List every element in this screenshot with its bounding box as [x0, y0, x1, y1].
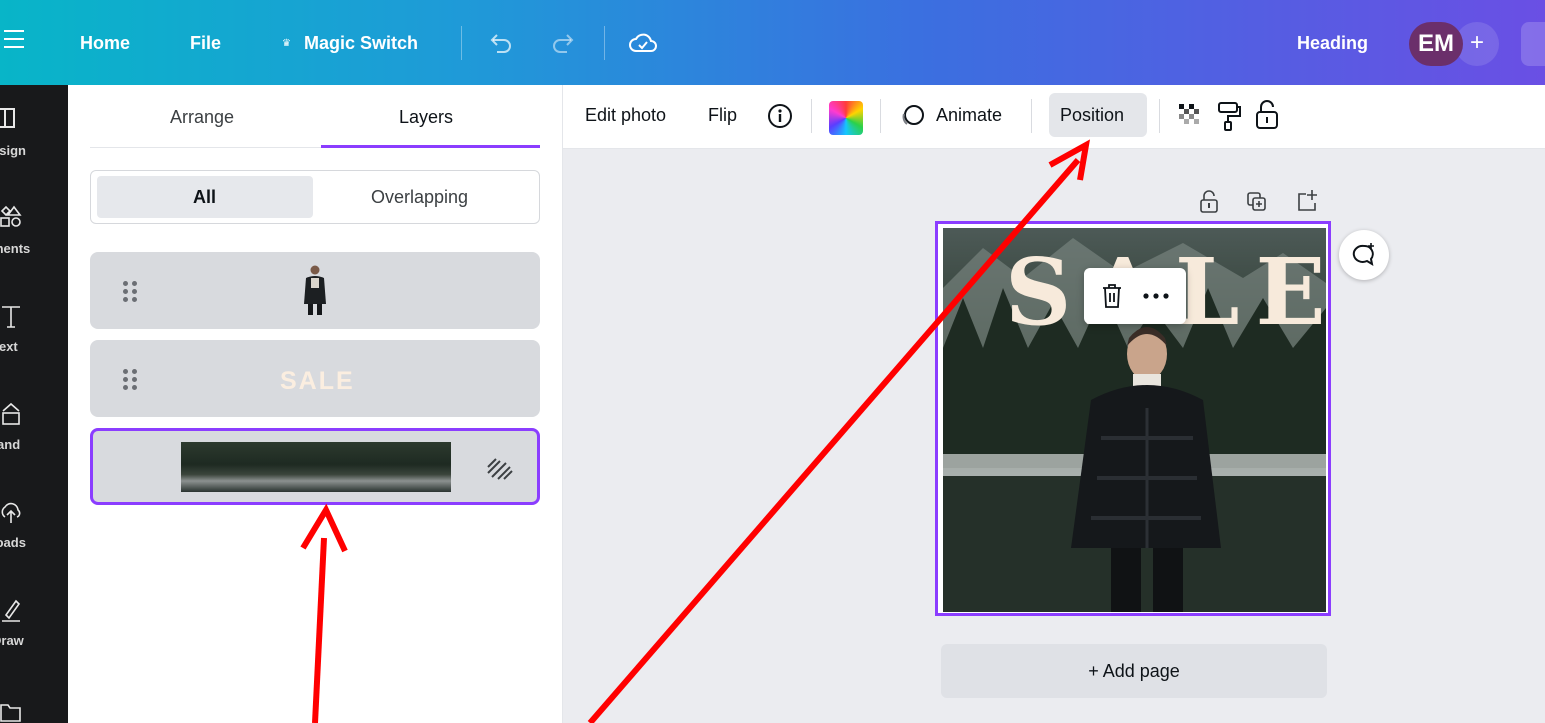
add-page-button[interactable]: + Add page — [941, 644, 1327, 698]
folder-icon[interactable] — [0, 699, 22, 723]
filter-all-label[interactable]: All — [193, 187, 216, 208]
more-options-icon[interactable] — [1142, 292, 1170, 300]
layers-panel: Arrange Layers All Overlapping SALE — [68, 85, 563, 723]
text-icon — [2, 306, 20, 328]
undo-icon[interactable] — [487, 30, 513, 56]
divider — [880, 99, 881, 133]
rail-label: rand — [0, 437, 21, 452]
elements-icon — [0, 205, 22, 227]
magic-switch-button[interactable]: Magic Switch — [304, 33, 418, 54]
menu-icon[interactable] — [4, 30, 24, 52]
object-context-menu — [1084, 268, 1186, 324]
man-thumbnail — [304, 265, 326, 315]
rail-label: ments — [0, 241, 31, 256]
drag-handle-icon[interactable] — [120, 366, 140, 390]
top-bar: Home File ♛ Magic Switch Heading + EM — [0, 0, 1545, 85]
drag-handle-icon[interactable] — [120, 278, 140, 302]
home-button[interactable]: Home — [80, 33, 130, 54]
file-menu-button[interactable]: File — [190, 33, 221, 54]
divider — [461, 26, 462, 60]
design-title[interactable]: Heading — [1297, 33, 1368, 54]
share-button[interactable] — [1521, 22, 1545, 66]
layer-item-image[interactable] — [90, 252, 540, 329]
paint-format-icon[interactable] — [1215, 100, 1243, 132]
cloud-saved-icon[interactable] — [628, 30, 658, 56]
comment-button[interactable] — [1339, 230, 1389, 280]
flip-button[interactable]: Flip — [708, 105, 737, 126]
layer-item-text[interactable]: SALE — [90, 340, 540, 417]
tab-layers[interactable]: Layers — [399, 107, 453, 128]
edit-photo-button[interactable]: Edit photo — [585, 105, 666, 126]
filter-overlapping-button[interactable]: Overlapping — [371, 187, 468, 208]
tab-arrange[interactable]: Arrange — [170, 107, 234, 128]
divider — [1031, 99, 1032, 133]
brand-icon — [2, 402, 20, 425]
position-button[interactable]: Position — [1060, 105, 1124, 126]
layout-icon — [0, 108, 15, 128]
divider — [1159, 99, 1160, 133]
forest-thumbnail — [181, 442, 451, 492]
transparency-icon[interactable] — [1177, 102, 1205, 130]
rail-label: Text — [0, 339, 18, 354]
animate-icon — [902, 105, 924, 125]
add-page-icon[interactable] — [1296, 188, 1320, 214]
divider — [811, 99, 812, 133]
layer-filter-toggle: All Overlapping — [90, 170, 540, 224]
context-toolbar: Edit photo Flip Animate Position — [563, 85, 1545, 149]
divider — [604, 26, 605, 60]
add-comment-icon — [1352, 243, 1374, 267]
redo-icon[interactable] — [551, 30, 577, 56]
avatar[interactable]: EM — [1409, 22, 1463, 66]
layer-item-background[interactable] — [90, 428, 540, 505]
duplicate-page-icon[interactable] — [1246, 191, 1268, 213]
color-picker-icon[interactable] — [829, 101, 863, 135]
upload-icon — [1, 502, 21, 523]
rail-label: Draw — [0, 633, 24, 648]
background-lock-hatch-icon — [487, 458, 513, 480]
active-tab-indicator — [321, 145, 540, 148]
man-photo — [1071, 327, 1221, 612]
unlock-icon[interactable] — [1253, 99, 1281, 131]
rail-label: esign — [0, 143, 26, 158]
animate-button[interactable]: Animate — [936, 105, 1002, 126]
info-icon[interactable] — [766, 102, 794, 130]
crown-icon: ♛ — [282, 38, 291, 49]
left-rail: esign ments Text rand loads — [0, 85, 68, 723]
draw-icon — [2, 599, 21, 622]
rail-label: loads — [0, 535, 26, 550]
lock-page-icon[interactable] — [1198, 189, 1220, 215]
trash-icon[interactable] — [1100, 283, 1124, 309]
sale-text-thumbnail: SALE — [280, 367, 355, 395]
